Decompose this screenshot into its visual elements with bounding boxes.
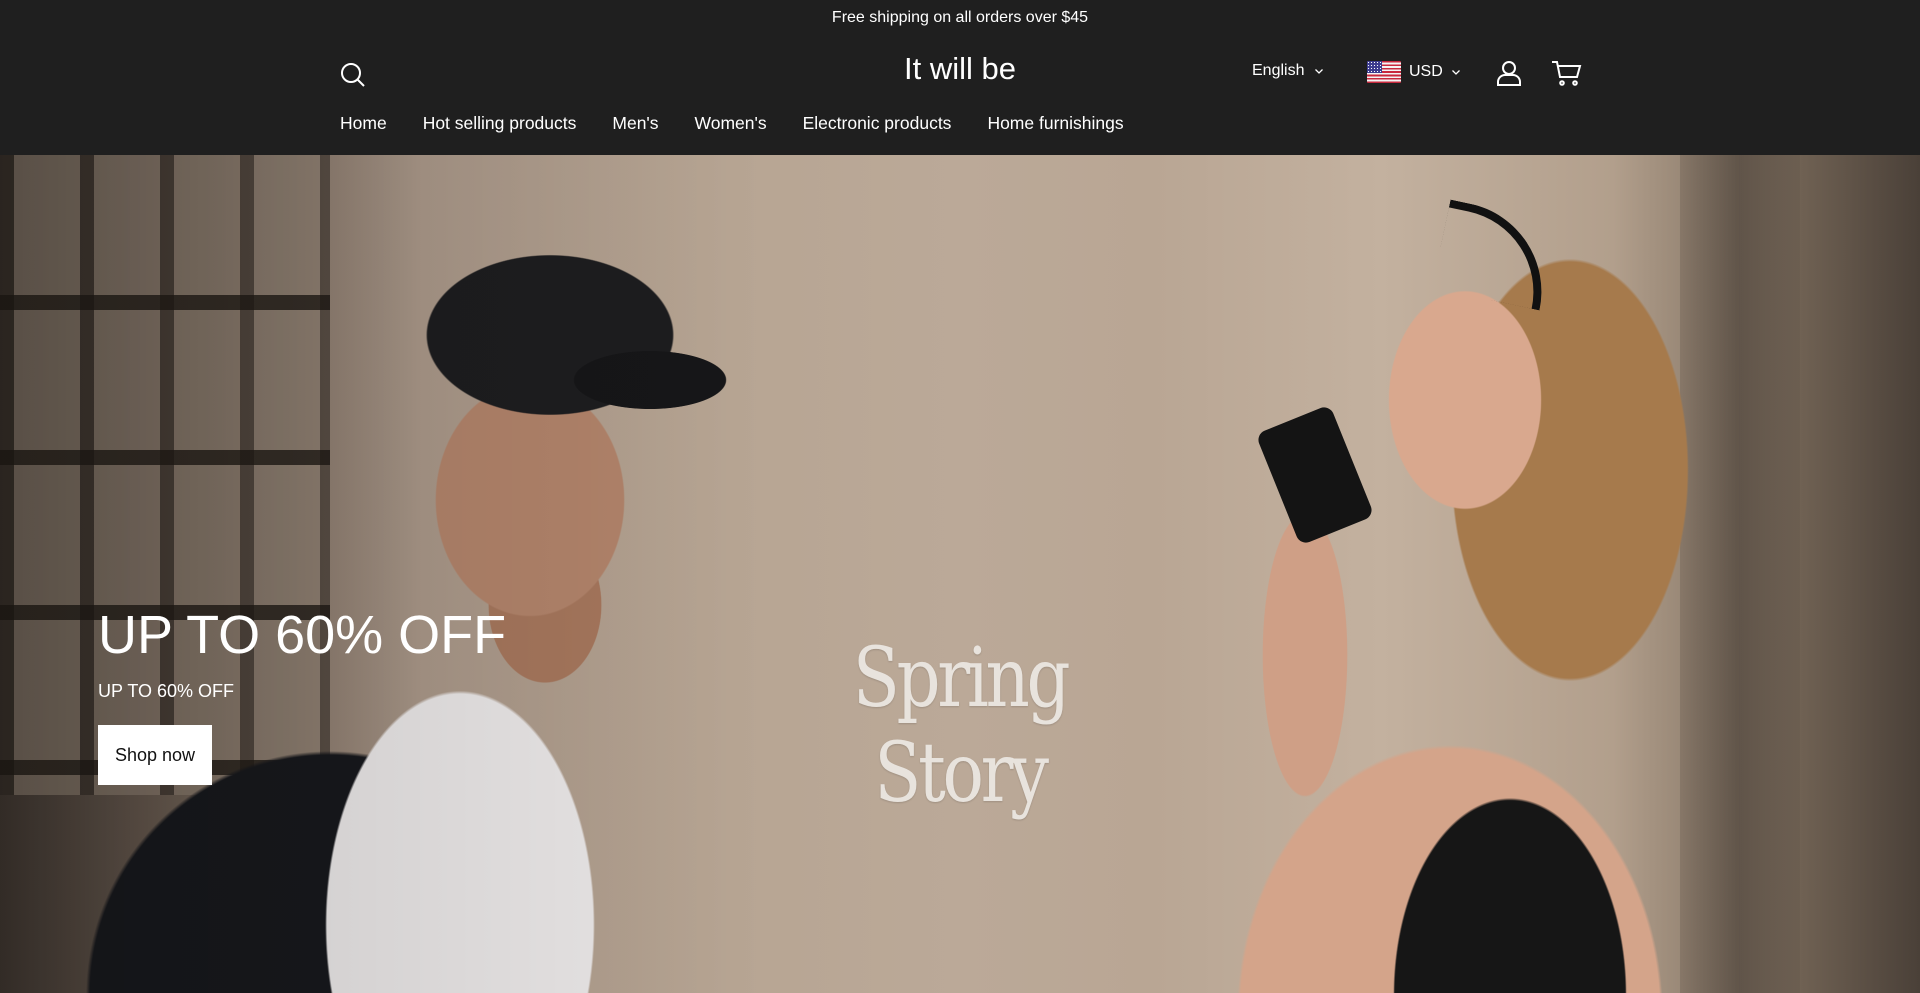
nav-item-womens[interactable]: Women's xyxy=(695,113,767,134)
site-header: It will be English USD Home Hot selling … xyxy=(0,36,1920,155)
account-icon xyxy=(1497,61,1521,86)
language-selector[interactable]: English xyxy=(1252,62,1324,80)
hero-banner: Spring Story UP TO 60% OFF UP TO 60% OFF… xyxy=(0,155,1920,993)
hero-overlay-text: Spring Story xyxy=(852,631,1071,821)
language-label: English xyxy=(1252,62,1305,79)
store-logo: It will be xyxy=(0,51,1920,87)
search-icon xyxy=(341,63,365,87)
hero-title: UP TO 60% OFF xyxy=(98,605,507,665)
nav-item-home-furnishings[interactable]: Home furnishings xyxy=(987,113,1123,134)
store-logo-link[interactable]: It will be xyxy=(904,51,1016,86)
currency-label: USD xyxy=(1409,63,1443,80)
account-button[interactable] xyxy=(1494,58,1524,88)
chevron-down-icon xyxy=(1315,69,1324,74)
announcement-bar: Free shipping on all orders over $45 xyxy=(0,0,1920,36)
nav-item-mens[interactable]: Men's xyxy=(612,113,658,134)
nav-item-hot-selling[interactable]: Hot selling products xyxy=(423,113,577,134)
announcement-text: Free shipping on all orders over $45 xyxy=(831,9,1089,26)
cart-icon xyxy=(1552,61,1582,86)
nav-item-electronics[interactable]: Electronic products xyxy=(803,113,952,134)
us-flag-icon xyxy=(1367,61,1401,83)
search-button[interactable] xyxy=(338,60,368,90)
hero-subtitle: UP TO 60% OFF xyxy=(98,681,235,701)
cart-button[interactable] xyxy=(1550,58,1582,88)
nav-item-home[interactable]: Home xyxy=(340,113,387,134)
currency-selector[interactable]: USD xyxy=(1367,61,1461,83)
chevron-down-icon xyxy=(1451,70,1460,75)
main-nav: Home Hot selling products Men's Women's … xyxy=(340,113,1124,134)
shop-now-button[interactable]: Shop now xyxy=(98,725,212,785)
